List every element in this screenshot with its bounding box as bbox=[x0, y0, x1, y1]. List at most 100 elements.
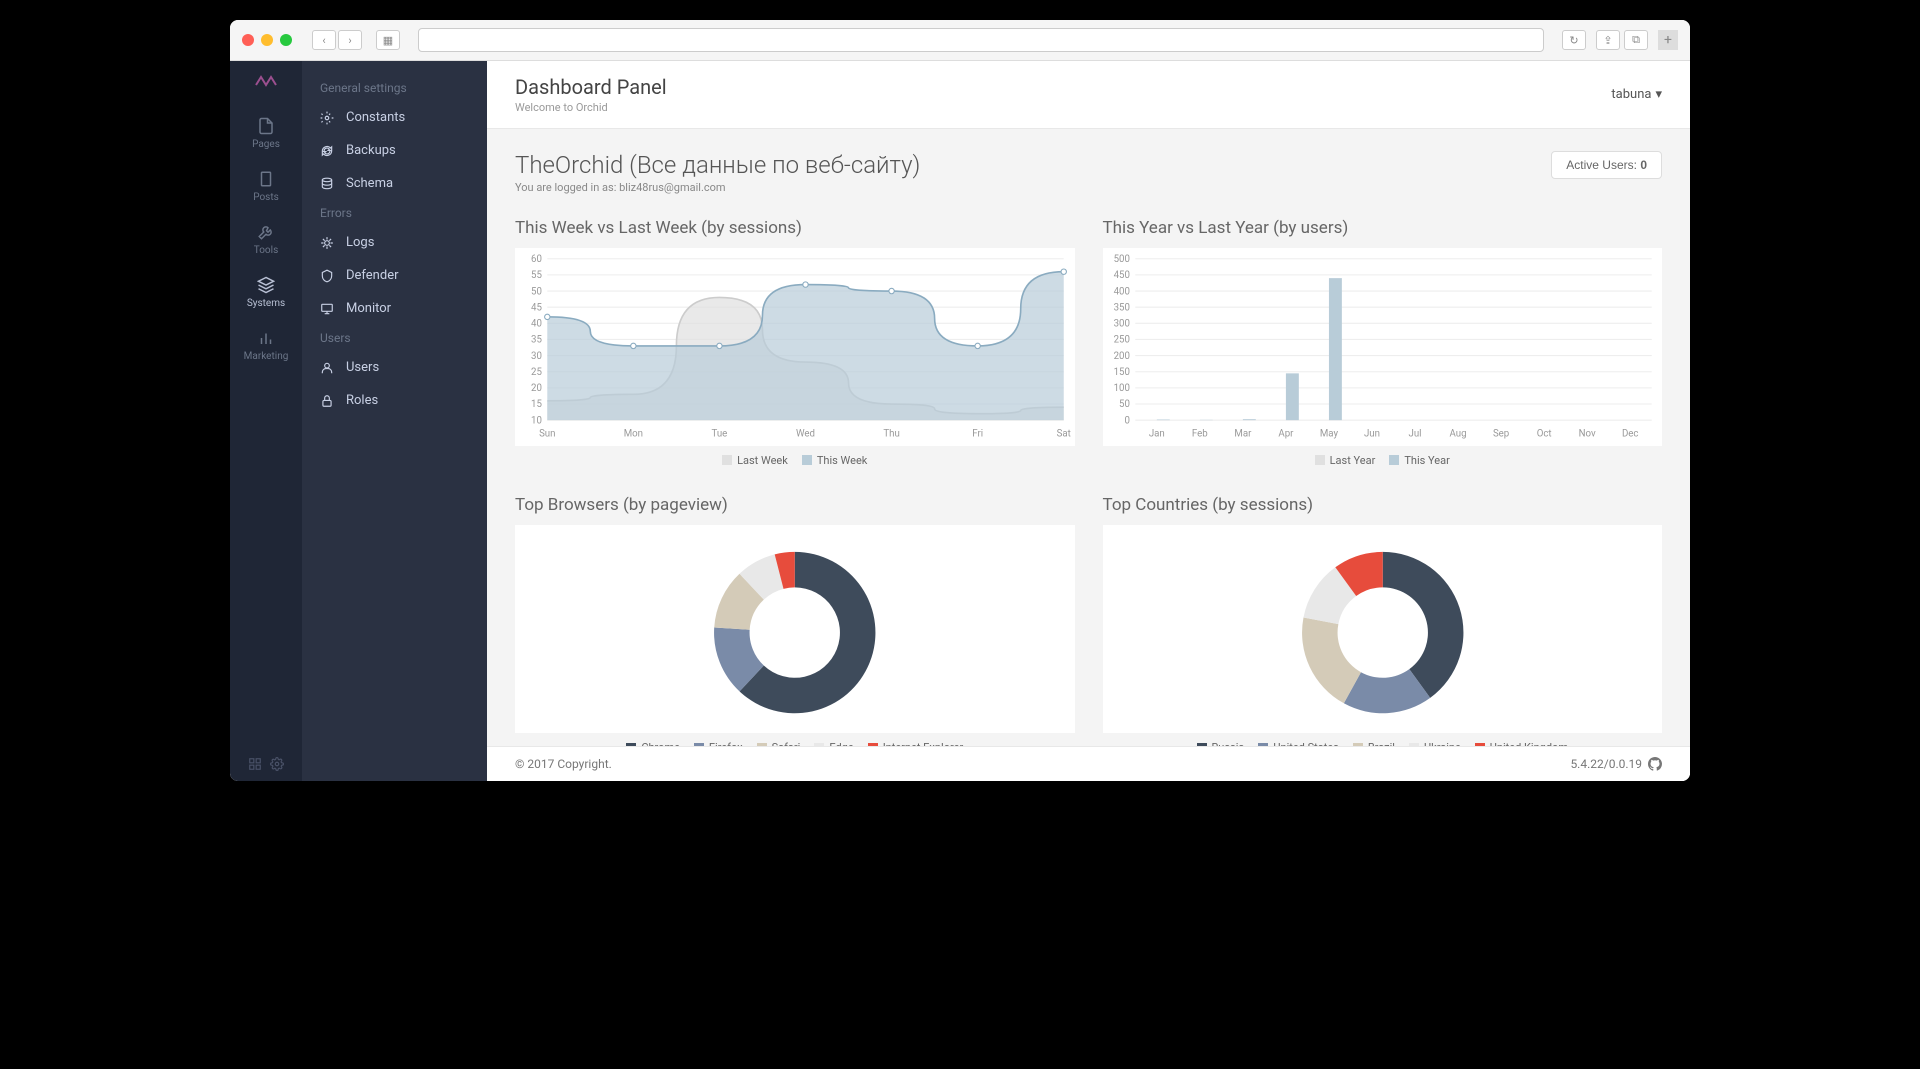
sidebar-item-marketing[interactable]: Marketing bbox=[230, 319, 302, 372]
minimize-window-icon[interactable] bbox=[261, 34, 273, 46]
legend-swatch bbox=[802, 455, 812, 465]
database-icon bbox=[320, 177, 334, 191]
sidebar-item-label: Posts bbox=[253, 192, 279, 203]
svg-text:Mar: Mar bbox=[1234, 428, 1252, 439]
svg-text:450: 450 bbox=[1113, 270, 1129, 281]
sidebar-item-constants[interactable]: Constants bbox=[302, 101, 487, 134]
svg-text:25: 25 bbox=[531, 367, 542, 378]
svg-text:Oct: Oct bbox=[1536, 428, 1551, 439]
user-menu[interactable]: tabuna ▾ bbox=[1611, 87, 1662, 102]
sidebar-item-schema[interactable]: Schema bbox=[302, 167, 487, 200]
version-text: 5.4.22/0.0.19 bbox=[1570, 757, 1642, 771]
logo-icon bbox=[254, 73, 278, 89]
svg-text:400: 400 bbox=[1113, 286, 1129, 297]
sidebar-primary: Pages Posts Tools Systems Marketing bbox=[230, 61, 302, 781]
browser-panel-button[interactable]: ▦ bbox=[376, 30, 400, 50]
legend-item: Last Week bbox=[722, 454, 788, 467]
add-tab-button[interactable]: + bbox=[1658, 30, 1678, 50]
sidebar-item-monitor[interactable]: Monitor bbox=[302, 292, 487, 325]
url-bar[interactable] bbox=[418, 28, 1544, 52]
svg-text:300: 300 bbox=[1113, 319, 1129, 330]
donut-chart bbox=[1103, 525, 1663, 729]
grid-icon[interactable] bbox=[248, 757, 262, 771]
section-subtitle: You are logged in as: bliz48rus@gmail.co… bbox=[515, 181, 920, 194]
chevron-down-icon: ▾ bbox=[1655, 87, 1662, 102]
chart-title: This Week vs Last Week (by sessions) bbox=[515, 218, 1075, 238]
svg-text:15: 15 bbox=[531, 399, 542, 410]
svg-text:50: 50 bbox=[1119, 399, 1130, 410]
svg-text:200: 200 bbox=[1113, 351, 1129, 362]
page-header-titles: TheOrchid (Все данные по веб-сайту) You … bbox=[515, 151, 920, 194]
sidebar-item-label: Logs bbox=[346, 235, 374, 250]
sidebar-item-roles[interactable]: Roles bbox=[302, 384, 487, 417]
sidebar-item-posts[interactable]: Posts bbox=[230, 160, 302, 213]
chart-title: Top Countries (by sessions) bbox=[1103, 495, 1663, 515]
forward-button[interactable]: › bbox=[338, 30, 362, 50]
svg-text:100: 100 bbox=[1113, 383, 1129, 394]
sidebar-item-users[interactable]: Users bbox=[302, 351, 487, 384]
svg-text:50: 50 bbox=[531, 286, 542, 297]
topbar: Dashboard Panel Welcome to Orchid tabuna… bbox=[487, 61, 1690, 129]
shield-icon bbox=[320, 269, 334, 283]
sidebar-item-label: Monitor bbox=[346, 301, 391, 316]
monitor-icon bbox=[320, 302, 334, 316]
charts-grid: This Week vs Last Week (by sessions)1015… bbox=[515, 218, 1662, 746]
back-button[interactable]: ‹ bbox=[312, 30, 336, 50]
footer: © 2017 Copyright. 5.4.22/0.0.19 bbox=[487, 746, 1690, 781]
gear-icon[interactable] bbox=[270, 757, 284, 771]
chart-title: This Year vs Last Year (by users) bbox=[1103, 218, 1663, 238]
layers-icon bbox=[257, 276, 275, 294]
sidebar-item-tools[interactable]: Tools bbox=[230, 213, 302, 266]
github-icon[interactable] bbox=[1648, 757, 1662, 771]
sidebar-item-backups[interactable]: Backups bbox=[302, 134, 487, 167]
chart-block-weekly: This Week vs Last Week (by sessions)1015… bbox=[515, 218, 1075, 467]
svg-text:55: 55 bbox=[531, 270, 542, 281]
active-users-button[interactable]: Active Users: 0 bbox=[1551, 151, 1662, 179]
tabs-button[interactable]: ⧉ bbox=[1624, 30, 1648, 50]
posts-icon bbox=[257, 170, 275, 188]
refresh-icon bbox=[320, 144, 334, 158]
page-icon bbox=[257, 117, 275, 135]
chart-legend: Last Week This Week bbox=[515, 454, 1075, 467]
content: TheOrchid (Все данные по веб-сайту) You … bbox=[487, 129, 1690, 746]
reload-button[interactable]: ↻ bbox=[1562, 30, 1586, 50]
chart-area bbox=[1103, 525, 1663, 733]
traffic-lights bbox=[242, 34, 292, 46]
svg-text:0: 0 bbox=[1124, 415, 1129, 426]
browser-chrome: ‹ › ▦ ↻ ⇪ ⧉ + bbox=[230, 20, 1690, 61]
page-title: Dashboard Panel bbox=[515, 75, 667, 99]
sidebar-item-defender[interactable]: Defender bbox=[302, 259, 487, 292]
svg-text:Jul: Jul bbox=[1408, 428, 1421, 439]
app-root: Pages Posts Tools Systems Marketing bbox=[230, 61, 1690, 781]
svg-text:20: 20 bbox=[531, 383, 542, 394]
browser-nav: ‹ › bbox=[312, 30, 362, 50]
area-chart: 1015202530354045505560SunMonTueWedThuFri… bbox=[515, 248, 1075, 442]
legend-label: This Week bbox=[817, 454, 868, 467]
sidebar-item-logs[interactable]: Logs bbox=[302, 226, 487, 259]
svg-text:Feb: Feb bbox=[1191, 428, 1207, 439]
svg-text:Sun: Sun bbox=[539, 428, 555, 439]
svg-text:Aug: Aug bbox=[1449, 428, 1466, 439]
svg-text:30: 30 bbox=[531, 351, 542, 362]
active-users-count: 0 bbox=[1640, 158, 1647, 172]
footer-right: 5.4.22/0.0.19 bbox=[1570, 757, 1662, 771]
copyright-text: © 2017 Copyright. bbox=[515, 757, 612, 771]
sidebar-item-pages[interactable]: Pages bbox=[230, 107, 302, 160]
maximize-window-icon[interactable] bbox=[280, 34, 292, 46]
gear-icon bbox=[320, 111, 334, 125]
sidebar-item-label: Schema bbox=[346, 176, 393, 191]
svg-text:45: 45 bbox=[531, 302, 542, 313]
sidebar-item-label: Tools bbox=[254, 245, 278, 256]
sidebar-group-header: Errors bbox=[302, 200, 487, 226]
sidebar-item-label: Pages bbox=[252, 139, 280, 150]
main: Dashboard Panel Welcome to Orchid tabuna… bbox=[487, 61, 1690, 781]
legend-label: Last Year bbox=[1330, 454, 1376, 467]
share-button[interactable]: ⇪ bbox=[1596, 30, 1620, 50]
user-icon bbox=[320, 361, 334, 375]
close-window-icon[interactable] bbox=[242, 34, 254, 46]
bar-chart: 050100150200250300350400450500JanFebMarA… bbox=[1103, 248, 1663, 442]
svg-text:Tue: Tue bbox=[712, 428, 728, 439]
active-users-label: Active Users: bbox=[1566, 158, 1637, 172]
sidebar-item-systems[interactable]: Systems bbox=[230, 266, 302, 319]
legend-item: Last Year bbox=[1315, 454, 1376, 467]
